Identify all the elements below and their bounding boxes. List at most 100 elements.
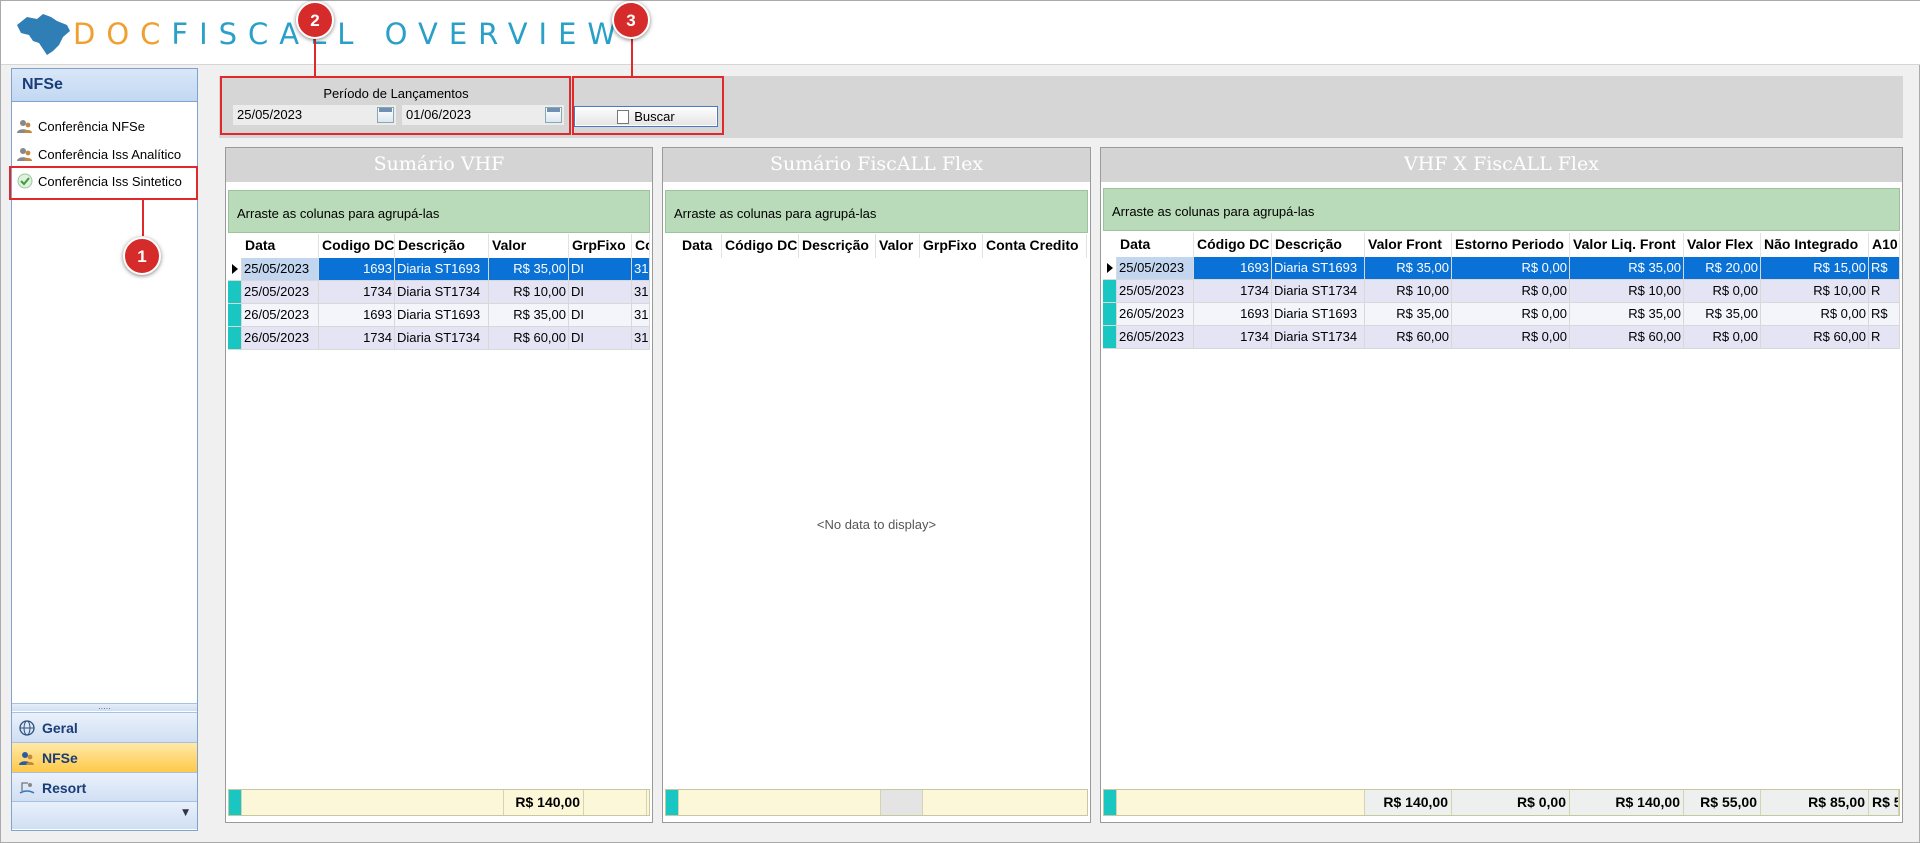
table-cell: 31: [632, 327, 650, 350]
panel-sumario-vhf: Sumário VHF Arraste as colunas para agru…: [225, 147, 653, 823]
column-header[interactable]: Código DC: [722, 234, 799, 258]
column-header[interactable]: A10: [1869, 233, 1900, 257]
table-cell: R$ 0,00: [1452, 257, 1570, 280]
table-cell: R$ 35,00: [1365, 257, 1452, 280]
column-header[interactable]: Codigo DC: [319, 234, 395, 258]
table-cell: R: [1869, 280, 1900, 303]
nav-label: NFSe: [42, 749, 78, 766]
group-by-area[interactable]: Arraste as colunas para agrupá-las: [1103, 188, 1900, 231]
panel-vhf-x-fiscall-flex: VHF X FiscALL Flex Arraste as colunas pa…: [1100, 147, 1903, 823]
footer-cell: [242, 790, 504, 815]
nav-geral[interactable]: Geral: [12, 712, 197, 742]
table-cell: DI: [569, 258, 632, 281]
table-cell: 1693: [319, 304, 395, 327]
table-cell: R$ 60,00: [1365, 326, 1452, 349]
table-cell: 1734: [1194, 326, 1272, 349]
chevron-down-icon: ▼: [182, 808, 189, 818]
footer-indicator: [666, 790, 679, 815]
table-cell: R$ 15,00: [1761, 257, 1869, 280]
column-header[interactable]: Data: [679, 234, 722, 258]
footer-total: R$ 140,00: [1365, 790, 1452, 815]
footer-total: R$ 0,00: [1452, 790, 1570, 815]
callout-line-2: [314, 39, 316, 76]
table-cell: 1693: [1194, 303, 1272, 326]
nav-resort[interactable]: Resort: [12, 772, 197, 802]
sidebar-item-conferencia-nfse[interactable]: Conferência NFSe: [16, 115, 145, 137]
logo-doc: DOC: [73, 17, 172, 51]
sidebar-title: NFSe: [12, 69, 197, 102]
table-row[interactable]: 26/05/2023 1734 Diaria ST1734 R$ 60,00 D…: [228, 327, 650, 350]
table-cell: DI: [569, 304, 632, 327]
row-indicator: [1103, 280, 1117, 303]
column-header[interactable]: Data: [1117, 233, 1194, 257]
column-header[interactable]: Valor Liq. Front: [1570, 233, 1684, 257]
grid-header: Data Código DC Descrição Valor GrpFixo C…: [665, 234, 1087, 258]
column-header[interactable]: Não Integrado: [1761, 233, 1869, 257]
callout-box-1: [9, 166, 198, 200]
grid-header: Data Codigo DC Descrição Valor GrpFixo C…: [228, 234, 650, 258]
nav-nfse[interactable]: NFSe: [12, 742, 197, 772]
table-cell: R$ 35,00: [489, 258, 569, 281]
table-cell: R$ 10,00: [489, 281, 569, 304]
footer-total: R$ 85,00: [1761, 790, 1869, 815]
column-header[interactable]: Valor Front: [1365, 233, 1452, 257]
row-indicator: [1103, 257, 1117, 280]
group-by-area[interactable]: Arraste as colunas para agrupá-las: [665, 190, 1088, 233]
table-cell: R$ 60,00: [1761, 326, 1869, 349]
table-cell: Diaria ST1734: [395, 281, 489, 304]
table-cell: R$ 60,00: [1570, 326, 1684, 349]
table-row[interactable]: 25/05/2023 1693 Diaria ST1693 R$ 35,00 R…: [1103, 257, 1900, 280]
sidebar-splitter-grip[interactable]: .....: [12, 703, 197, 711]
table-cell: 26/05/2023: [1117, 303, 1194, 326]
table-row[interactable]: 26/05/2023 1693 Diaria ST1693 R$ 35,00 R…: [1103, 303, 1900, 326]
table-cell: 25/05/2023: [242, 281, 319, 304]
column-header[interactable]: Estorno Periodo: [1452, 233, 1570, 257]
sidebar-item-label: Conferência Iss Analítico: [38, 146, 182, 162]
footer-indicator: [1104, 790, 1117, 815]
group-by-area[interactable]: Arraste as colunas para agrupá-las: [228, 190, 650, 233]
table-cell: 26/05/2023: [1117, 326, 1194, 349]
column-header[interactable]: Valor: [489, 234, 569, 258]
table-cell: R$ 0,00: [1761, 303, 1869, 326]
table-cell: R$ 35,00: [1570, 303, 1684, 326]
table-cell: R$ 0,00: [1452, 303, 1570, 326]
column-header[interactable]: Valor Flex: [1684, 233, 1761, 257]
table-row[interactable]: 25/05/2023 1734 Diaria ST1734 R$ 10,00 D…: [228, 281, 650, 304]
table-cell: R$ 35,00: [1684, 303, 1761, 326]
table-row[interactable]: 26/05/2023 1734 Diaria ST1734 R$ 60,00 R…: [1103, 326, 1900, 349]
app-header: DOCFISCALL OVERVIEW: [1, 1, 1920, 65]
table-cell: R$ 60,00: [489, 327, 569, 350]
table-cell: DI: [569, 327, 632, 350]
column-header[interactable]: Código DC: [1194, 233, 1272, 257]
table-cell: R$: [1869, 257, 1900, 280]
table-cell: R$ 10,00: [1570, 280, 1684, 303]
grid-header: Data Código DC Descrição Valor Front Est…: [1103, 233, 1900, 257]
sidebar-overflow-menu[interactable]: ▼: [12, 801, 197, 829]
header-indicator: [228, 234, 242, 258]
table-cell: R$ 35,00: [489, 304, 569, 327]
column-header[interactable]: Descrição: [1272, 233, 1365, 257]
app-logo-text: DOCFISCALL OVERVIEW: [73, 17, 627, 51]
table-cell: Diaria ST1693: [1272, 303, 1365, 326]
table-cell: 31: [632, 258, 650, 281]
column-header[interactable]: Descrição: [395, 234, 489, 258]
table-row[interactable]: 25/05/2023 1693 Diaria ST1693 R$ 35,00 D…: [228, 258, 650, 281]
column-header[interactable]: Descrição: [799, 234, 876, 258]
column-header[interactable]: Data: [242, 234, 319, 258]
sidebar-item-conferencia-iss-analitico[interactable]: Conferência Iss Analítico: [16, 143, 181, 165]
table-cell: 1734: [1194, 280, 1272, 303]
table-cell: R: [1869, 326, 1900, 349]
table-cell: Diaria ST1734: [1272, 280, 1365, 303]
column-header[interactable]: GrpFixo: [569, 234, 632, 258]
column-header[interactable]: Valor: [876, 234, 920, 258]
column-header[interactable]: Co: [632, 234, 650, 258]
app-window: DOCFISCALL OVERVIEW NFSe Conferência NFS…: [0, 0, 1920, 843]
table-row[interactable]: 26/05/2023 1693 Diaria ST1693 R$ 35,00 D…: [228, 304, 650, 327]
callout-badge-2: 2: [296, 1, 334, 39]
footer-cell: [679, 790, 881, 815]
table-cell: Diaria ST1693: [1272, 257, 1365, 280]
table-row[interactable]: 25/05/2023 1734 Diaria ST1734 R$ 10,00 R…: [1103, 280, 1900, 303]
column-header[interactable]: Conta Credito: [983, 234, 1087, 258]
column-header[interactable]: GrpFixo: [920, 234, 983, 258]
table-cell: 1693: [319, 258, 395, 281]
